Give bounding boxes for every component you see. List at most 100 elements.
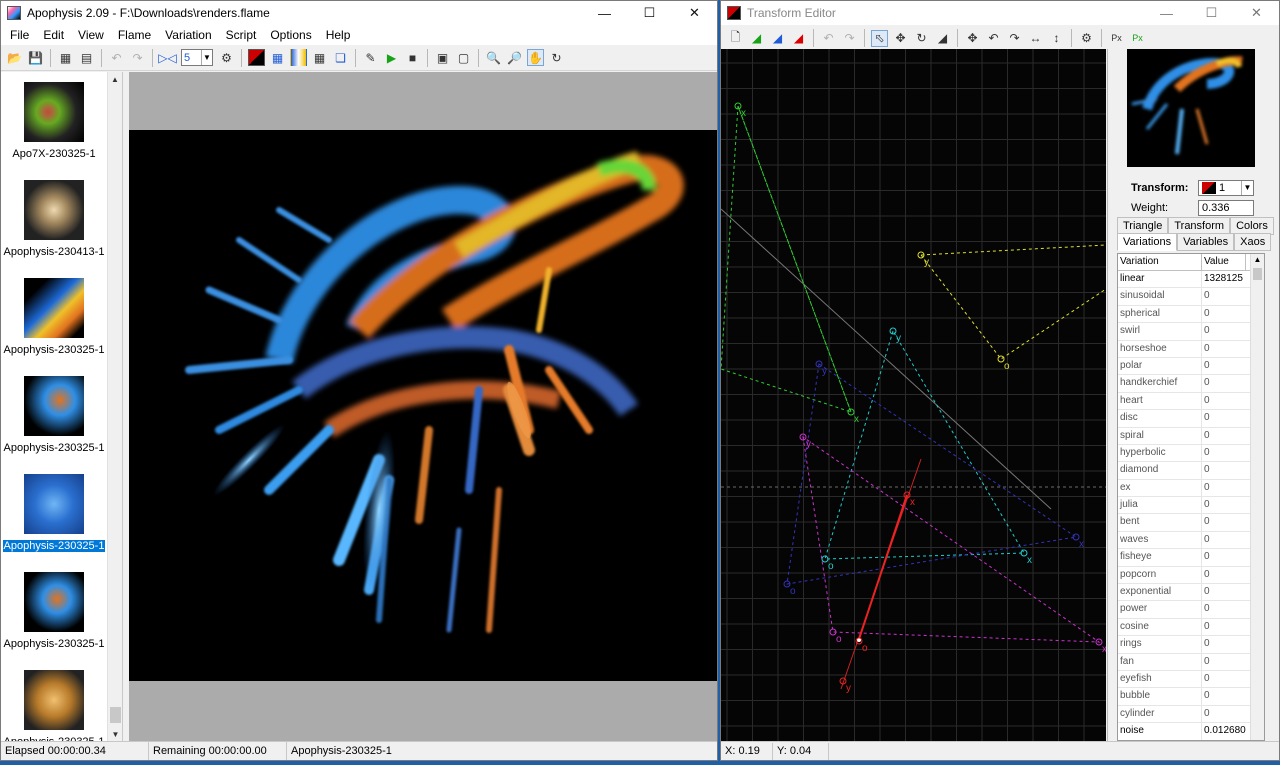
mutation-icon[interactable]: ▦ xyxy=(311,49,328,66)
close-button[interactable]: ✕ xyxy=(672,1,717,25)
post-transform-enable-icon[interactable]: Px xyxy=(1129,30,1146,47)
list-view-icon[interactable]: ▦ xyxy=(57,49,74,66)
transform-select[interactable]: 1 ▼ xyxy=(1198,180,1254,196)
variation-value[interactable]: 0 xyxy=(1202,654,1246,670)
run-script-icon[interactable]: ▶ xyxy=(383,49,400,66)
variation-row[interactable]: linear 1328125 xyxy=(1118,271,1264,289)
fit-icon[interactable]: ▢ xyxy=(455,49,472,66)
tab-variations[interactable]: Variations xyxy=(1117,233,1178,251)
delete-transform-icon[interactable]: ◢ xyxy=(790,30,807,47)
thumbnail-item[interactable]: Apophysis-230325-1 xyxy=(1,660,107,742)
variation-value[interactable]: 0 xyxy=(1202,341,1246,357)
tab-xaos[interactable]: Xaos xyxy=(1234,233,1272,251)
mutate-icon[interactable]: ▷◁ xyxy=(158,49,176,66)
variation-value[interactable]: 0 xyxy=(1202,306,1246,322)
variation-row[interactable]: waves 0 xyxy=(1118,531,1264,550)
variations-scrollbar[interactable]: ▲ xyxy=(1250,254,1264,740)
variation-row[interactable]: fan 0 xyxy=(1118,653,1264,671)
variation-value[interactable]: 0 xyxy=(1202,688,1246,704)
close-button[interactable]: ✕ xyxy=(1234,1,1279,25)
flip-horizontal-icon[interactable]: ↔ xyxy=(1027,30,1044,47)
menu-help[interactable]: Help xyxy=(319,28,358,42)
variation-row[interactable]: popcorn 0 xyxy=(1118,566,1264,585)
rotate-icon[interactable]: ↻ xyxy=(913,30,930,47)
thumbnail-scrollbar[interactable]: ▲ ▼ xyxy=(107,72,122,742)
open-icon[interactable]: 📂 xyxy=(6,49,23,66)
stop-script-icon[interactable]: ■ xyxy=(404,49,421,66)
variation-row[interactable]: spherical 0 xyxy=(1118,305,1264,324)
variation-row[interactable]: disc 0 xyxy=(1118,410,1264,428)
thumbnail-item[interactable]: Apo7X-230325-1 xyxy=(1,72,107,160)
minimize-button[interactable]: — xyxy=(1144,1,1189,25)
variation-row[interactable]: handkerchief 0 xyxy=(1118,375,1264,393)
variation-row[interactable]: ex 0 xyxy=(1118,479,1264,498)
scroll-thumb[interactable] xyxy=(110,707,121,723)
variation-value[interactable]: 0 xyxy=(1202,428,1246,444)
variation-row[interactable]: eyefish 0 xyxy=(1118,670,1264,689)
scroll-up-icon[interactable]: ▲ xyxy=(108,72,122,87)
triangle-editor-canvas[interactable]: x x y o y o x y o x y o x x y o xyxy=(721,49,1106,741)
move-icon[interactable]: ✥ xyxy=(892,30,909,47)
variation-value[interactable]: 0 xyxy=(1202,462,1246,478)
variation-value[interactable]: 0 xyxy=(1202,601,1246,617)
menu-view[interactable]: View xyxy=(71,28,111,42)
variation-row[interactable]: julia 0 xyxy=(1118,497,1264,515)
pan-hand-icon[interactable]: ✋ xyxy=(527,49,544,66)
menu-options[interactable]: Options xyxy=(263,28,318,42)
redo-icon[interactable]: ↷ xyxy=(841,30,858,47)
menu-file[interactable]: File xyxy=(3,28,36,42)
variation-value[interactable]: 0 xyxy=(1202,636,1246,652)
flame-render[interactable] xyxy=(129,130,717,681)
scroll-down-icon[interactable]: ▼ xyxy=(108,727,122,742)
variation-row[interactable]: fisheye 0 xyxy=(1118,549,1264,567)
variation-value[interactable]: 0 xyxy=(1202,532,1246,548)
menu-variation[interactable]: Variation xyxy=(158,28,218,42)
scroll-up-icon[interactable]: ▲ xyxy=(1251,254,1264,266)
menu-flame[interactable]: Flame xyxy=(111,28,158,42)
flip-vertical-icon[interactable]: ↕ xyxy=(1048,30,1065,47)
variation-value[interactable]: 0 xyxy=(1202,288,1246,304)
weight-input[interactable]: 0.336 xyxy=(1198,200,1254,216)
minimize-button[interactable]: — xyxy=(582,1,627,25)
variation-value[interactable]: 0 xyxy=(1202,584,1246,600)
duplicate-transform-icon[interactable]: ◢ xyxy=(769,30,786,47)
zoom-out-icon[interactable]: 🔎 xyxy=(506,49,523,66)
variation-row[interactable]: exponential 0 xyxy=(1118,584,1264,602)
variation-row[interactable]: sinusoidal 0 xyxy=(1118,288,1264,306)
variation-row[interactable]: hyperbolic 0 xyxy=(1118,444,1264,463)
variation-row[interactable]: noise 0.012680 xyxy=(1118,723,1264,740)
variation-row[interactable]: rings 0 xyxy=(1118,636,1264,654)
window-icon[interactable]: ❏ xyxy=(332,49,349,66)
save-icon[interactable]: 💾 xyxy=(27,49,44,66)
preview-density-combo[interactable]: 5 ▼ xyxy=(181,49,213,66)
variation-value[interactable]: 0 xyxy=(1202,323,1246,339)
rotate-icon[interactable]: ↻ xyxy=(548,49,565,66)
thumbnail-item[interactable]: Apophysis-230325-1 xyxy=(1,366,107,454)
variation-row[interactable]: spiral 0 xyxy=(1118,427,1264,445)
variation-row[interactable]: bent 0 xyxy=(1118,514,1264,532)
tab-variables[interactable]: Variables xyxy=(1177,233,1235,251)
zoom-in-icon[interactable]: 🔍 xyxy=(485,49,502,66)
variation-value[interactable]: 0 xyxy=(1202,567,1246,583)
variation-value[interactable]: 0 xyxy=(1202,671,1246,687)
variation-value[interactable]: 1328125 xyxy=(1202,271,1246,287)
variation-row[interactable]: swirl 0 xyxy=(1118,323,1264,341)
variation-value[interactable]: 0.012680 xyxy=(1202,723,1246,739)
reset-position-icon[interactable]: ✥ xyxy=(964,30,981,47)
menu-script[interactable]: Script xyxy=(219,28,264,42)
variation-value[interactable]: 0 xyxy=(1202,445,1246,461)
scale-icon[interactable]: ◢ xyxy=(934,30,951,47)
editor-icon[interactable] xyxy=(248,49,265,66)
variation-value[interactable]: 0 xyxy=(1202,375,1246,391)
variation-row[interactable]: polar 0 xyxy=(1118,357,1264,376)
variation-row[interactable]: cylinder 0 xyxy=(1118,705,1264,724)
variation-value[interactable]: 0 xyxy=(1202,497,1246,513)
render-to-disk-icon[interactable]: ⚙ xyxy=(218,49,235,66)
variation-row[interactable]: power 0 xyxy=(1118,601,1264,619)
rotate-right-icon[interactable]: ↷ xyxy=(1006,30,1023,47)
select-pointer-icon[interactable]: ⬁ xyxy=(871,29,888,47)
variation-value[interactable]: 0 xyxy=(1202,358,1246,374)
menu-edit[interactable]: Edit xyxy=(36,28,71,42)
maximize-button[interactable]: ☐ xyxy=(1189,1,1234,25)
gradient-icon[interactable] xyxy=(290,49,307,66)
